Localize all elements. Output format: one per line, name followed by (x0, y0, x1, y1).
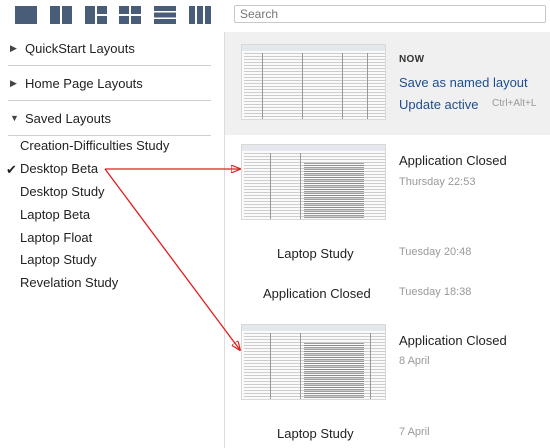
saved-layout-item[interactable]: Revelation Study (20, 273, 118, 293)
layout-two-column-icon[interactable] (50, 6, 72, 24)
update-active-link[interactable]: Update active (399, 97, 479, 112)
layout-quad-icon[interactable] (119, 6, 141, 24)
current-layout-row: NOW Save as named layout Update active C… (225, 32, 550, 135)
now-label: NOW (399, 54, 425, 65)
layouts-sidebar: ▶ QuickStart Layouts ▶ Home Page Layouts… (0, 32, 224, 448)
layout-history-panel: NOW Save as named layout Update active C… (225, 32, 550, 448)
history-entry-title[interactable]: Laptop Study (277, 246, 354, 261)
search-input[interactable] (234, 5, 546, 23)
layout-rows-icon[interactable] (154, 6, 176, 24)
saved-layout-item[interactable]: Laptop Study (20, 250, 97, 270)
history-entry-title[interactable]: Laptop Study (277, 426, 354, 441)
layout-one-plus-two-icon[interactable] (85, 6, 107, 24)
history-entry-date: 7 April (399, 426, 430, 438)
history-entry-date: Tuesday 20:48 (399, 246, 472, 258)
saved-layout-item[interactable]: Laptop Float (20, 228, 92, 248)
history-entry-date: Thursday 22:53 (399, 176, 476, 188)
section-label: Home Page Layouts (25, 76, 143, 91)
layout-three-column-icon[interactable] (189, 6, 211, 24)
layout-thumbnail[interactable] (241, 144, 386, 220)
history-entry-title[interactable]: Application Closed (399, 153, 507, 168)
collapsed-triangle-icon: ▶ (10, 43, 17, 53)
history-entry-title[interactable]: Application Closed (399, 333, 507, 348)
toolbar (0, 0, 550, 32)
checkmark-icon: ✔ (6, 162, 17, 177)
update-active-shortcut: Ctrl+Alt+L (492, 98, 537, 109)
expanded-triangle-icon: ▼ (10, 113, 19, 123)
section-label: QuickStart Layouts (25, 41, 135, 56)
history-entry-title[interactable]: Application Closed (263, 286, 371, 301)
saved-layout-item[interactable]: Creation-Difficulties Study (20, 136, 169, 156)
saved-layout-item[interactable]: Desktop Study (20, 182, 105, 202)
history-entry-date: Tuesday 18:38 (399, 286, 472, 298)
saved-layout-item[interactable]: Desktop Beta (20, 159, 98, 179)
layout-thumbnail[interactable] (241, 324, 386, 400)
layout-thumbnail[interactable] (241, 44, 386, 120)
collapsed-triangle-icon: ▶ (10, 78, 17, 88)
saved-layout-item[interactable]: Laptop Beta (20, 205, 90, 225)
save-as-named-layout-link[interactable]: Save as named layout (399, 75, 528, 90)
layout-single-icon[interactable] (15, 6, 37, 24)
section-label: Saved Layouts (25, 111, 112, 126)
section-home-page-layouts[interactable]: ▶ Home Page Layouts (8, 67, 211, 101)
section-saved-layouts[interactable]: ▼ Saved Layouts (8, 102, 211, 136)
history-entry-date: 8 April (399, 355, 430, 367)
section-quickstart-layouts[interactable]: ▶ QuickStart Layouts (8, 32, 211, 66)
